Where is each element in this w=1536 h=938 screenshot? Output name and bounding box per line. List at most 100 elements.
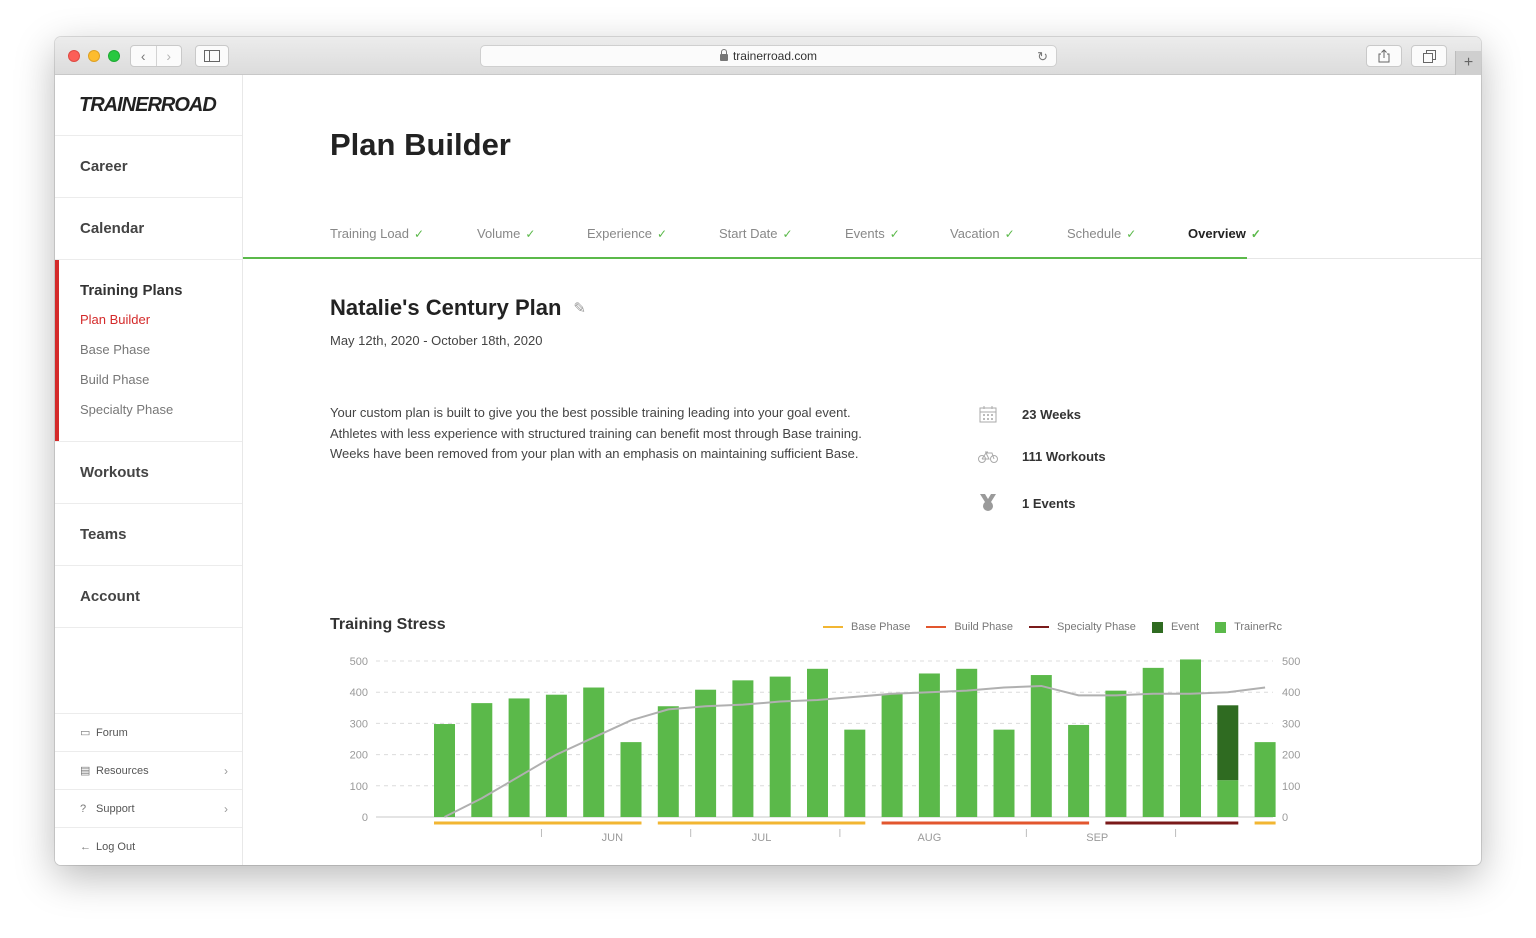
sidebar-link-forum[interactable]: ▭ Forum xyxy=(55,713,242,751)
stat-events: 1 Events xyxy=(978,493,1075,513)
chevron-right-icon: › xyxy=(224,801,228,816)
tab-overview[interactable]: Overview ✓ xyxy=(1188,226,1261,241)
stat-workouts: 111 Workouts xyxy=(978,449,1106,464)
sidebar-link-support[interactable]: ? Support › xyxy=(55,789,242,827)
tab-label: Events xyxy=(845,226,885,241)
bar-trainerroad xyxy=(471,703,493,817)
forum-label: Forum xyxy=(96,726,128,739)
check-icon: ✓ xyxy=(414,227,425,241)
sidebar-item-workouts[interactable]: Workouts xyxy=(55,442,242,504)
check-icon: ✓ xyxy=(1004,227,1015,241)
plan-name-heading: Natalie's Century Plan ✎ xyxy=(330,295,586,321)
bar-trainerroad xyxy=(508,698,530,817)
y-tick-label-right: 0 xyxy=(1282,812,1288,824)
bar-trainerroad xyxy=(657,706,679,817)
url-text: trainerroad.com xyxy=(732,49,818,63)
bar-trainerroad xyxy=(545,694,567,817)
bar-trainerroad xyxy=(881,693,903,817)
sidebar: TRAINERROAD Career Calendar Training Pla… xyxy=(55,75,243,865)
reload-icon[interactable]: ↻ xyxy=(1037,49,1048,65)
check-icon: ✓ xyxy=(1126,227,1137,241)
tab-events[interactable]: Events ✓ xyxy=(845,226,900,241)
legend-swatch xyxy=(823,626,843,628)
bar-trainerroad xyxy=(807,668,828,817)
legend-item-build-phase[interactable]: Build Phase xyxy=(926,621,1013,633)
sidebar-item-account[interactable]: Account xyxy=(55,566,242,628)
chevron-right-icon[interactable]: › xyxy=(155,46,182,66)
tab-volume[interactable]: Volume ✓ xyxy=(477,226,535,241)
sidebar-link-logout[interactable]: ← Log Out xyxy=(55,827,242,865)
tab-training-load[interactable]: Training Load ✓ xyxy=(330,226,424,241)
zoom-window-button[interactable] xyxy=(108,50,120,62)
legend-swatch xyxy=(1151,621,1163,633)
minimize-window-button[interactable] xyxy=(88,50,100,62)
sidebar-subitem-build-phase[interactable]: Build Phase xyxy=(80,371,242,401)
check-icon: ✓ xyxy=(657,227,668,241)
chevron-right-icon: › xyxy=(224,763,228,778)
support-label: Support xyxy=(96,802,135,815)
bar-trainerroad xyxy=(695,689,717,817)
bar-trainerroad xyxy=(620,742,642,817)
close-window-button[interactable] xyxy=(68,50,80,62)
x-month-label: SEP xyxy=(1086,832,1108,844)
bar-trainerroad xyxy=(993,729,1015,817)
chevron-left-icon[interactable]: ‹ xyxy=(131,46,156,66)
sidebar-link-resources[interactable]: ▤ Resources › xyxy=(55,751,242,789)
sidebar-subitem-plan-builder[interactable]: Plan Builder xyxy=(80,311,242,341)
sidebar-item-career[interactable]: Career xyxy=(55,136,242,198)
description-line: Weeks have been removed from your plan w… xyxy=(330,446,859,461)
legend-item-event[interactable]: Event xyxy=(1151,621,1200,633)
bar-trainerroad xyxy=(1217,780,1239,817)
tab-schedule[interactable]: Schedule ✓ xyxy=(1067,226,1136,241)
tab-start-date[interactable]: Start Date ✓ xyxy=(719,226,793,241)
description-line: Athletes with less experience with struc… xyxy=(330,425,862,441)
y-tick-label-right: 300 xyxy=(1282,718,1300,730)
share-icon[interactable] xyxy=(1366,45,1402,67)
legend-item-specialty-phase[interactable]: Specialty Phase xyxy=(1029,621,1136,633)
tab-label: Overview xyxy=(1188,226,1246,241)
trainerroad-logo[interactable]: TRAINERROAD xyxy=(55,75,242,136)
lock-icon xyxy=(719,48,728,61)
legend-label: Build Phase xyxy=(954,621,1014,633)
x-month-label: AUG xyxy=(917,832,941,844)
legend-item-trainerroad[interactable]: TrainerRc xyxy=(1215,621,1282,633)
bar-trainerroad xyxy=(918,673,940,817)
legend-swatch xyxy=(1029,626,1050,628)
stat-label: 23 Weeks xyxy=(1022,406,1082,422)
bike-icon xyxy=(978,450,998,464)
pencil-icon[interactable]: ✎ xyxy=(573,299,586,317)
resources-label: Resources xyxy=(96,764,149,777)
tab-label: Vacation xyxy=(950,226,1000,241)
check-icon: ✓ xyxy=(525,227,536,241)
sidebar-subitem-base-phase[interactable]: Base Phase xyxy=(80,341,242,371)
sidebar-item-teams[interactable]: Teams xyxy=(55,504,242,566)
sidebar-group-training-plans: Training Plans Plan Builder Base Phase B… xyxy=(55,260,242,442)
legend-item-base-phase[interactable]: Base Phase xyxy=(823,621,910,633)
legend-swatch xyxy=(926,626,947,628)
step-tabs: Training Load ✓ Volume ✓ Experience ✓ Start… xyxy=(243,219,1481,259)
bar-trainerroad xyxy=(1030,675,1052,817)
legend-label: TrainerRc xyxy=(1234,621,1282,633)
bar-trainerroad xyxy=(769,676,791,817)
y-tick-label-left: 0 xyxy=(362,812,368,824)
y-tick-label-left: 400 xyxy=(350,687,368,699)
arrow-left-icon: ← xyxy=(80,840,91,853)
bar-trainerroad xyxy=(583,687,605,817)
check-icon: ✓ xyxy=(1250,227,1261,241)
tab-experience[interactable]: Experience ✓ xyxy=(587,226,667,241)
sidebar-item-training-plans[interactable]: Training Plans xyxy=(80,282,242,299)
y-tick-label-left: 300 xyxy=(350,718,368,730)
help-icon: ? xyxy=(80,802,87,815)
sidebar-item-calendar[interactable]: Calendar xyxy=(55,198,242,260)
x-month-label: JUN xyxy=(602,832,623,844)
tabs-icon[interactable] xyxy=(1411,45,1447,67)
legend-label: Base Phase xyxy=(851,621,911,633)
tab-label: Experience xyxy=(587,226,653,241)
sidebar-icon[interactable] xyxy=(195,45,229,67)
address-bar[interactable]: trainerroad.com ↻ xyxy=(480,45,1057,67)
legend-label: Event xyxy=(1170,621,1200,633)
x-month-label: JUL xyxy=(752,832,772,844)
sidebar-subitem-specialty-phase[interactable]: Specialty Phase xyxy=(80,401,242,431)
tab-vacation[interactable]: Vacation ✓ xyxy=(950,226,1015,241)
plus-icon[interactable]: + xyxy=(1455,51,1481,75)
